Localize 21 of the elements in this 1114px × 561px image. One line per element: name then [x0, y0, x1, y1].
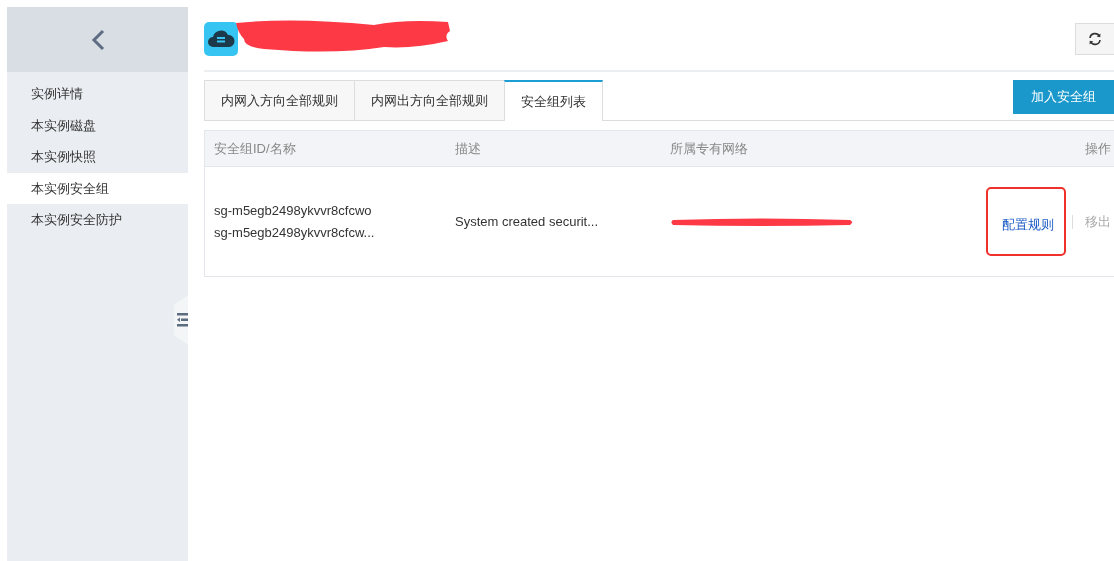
sidebar-item[interactable]: 实例详情 [7, 78, 188, 110]
sidebar-item[interactable]: 本实例快照 [7, 141, 188, 173]
sidebar-item[interactable]: 本实例安全组 [7, 172, 188, 204]
cloud-server-icon [204, 21, 238, 56]
action-link[interactable]: 配置规则 [986, 186, 1066, 257]
refresh-icon [1088, 31, 1102, 46]
back-icon[interactable] [90, 28, 105, 51]
column-header: 所属专有网络 [670, 140, 748, 156]
tab[interactable]: 安全组列表 [504, 80, 603, 121]
refresh-button[interactable] [1075, 22, 1114, 55]
collapse-icon[interactable] [177, 313, 188, 327]
sidebar-item[interactable]: 本实例磁盘 [7, 109, 188, 141]
column-header: 描述 [455, 140, 481, 156]
sidebar-item[interactable]: 本实例安全防护 [7, 204, 188, 236]
column-header: 安全组ID/名称 [214, 140, 296, 156]
tab[interactable]: 内网入方向全部规则 [204, 80, 355, 120]
tab[interactable]: 内网出方向全部规则 [354, 80, 505, 120]
table-cell: System created securit... [455, 213, 599, 229]
column-header: 操作 [1085, 139, 1111, 158]
table-cell-text: sg-m5egb2498ykvvr8cfcw... [214, 223, 376, 242]
table-cell-text: sg-m5egb2498ykvvr8cfcwo [214, 202, 373, 220]
